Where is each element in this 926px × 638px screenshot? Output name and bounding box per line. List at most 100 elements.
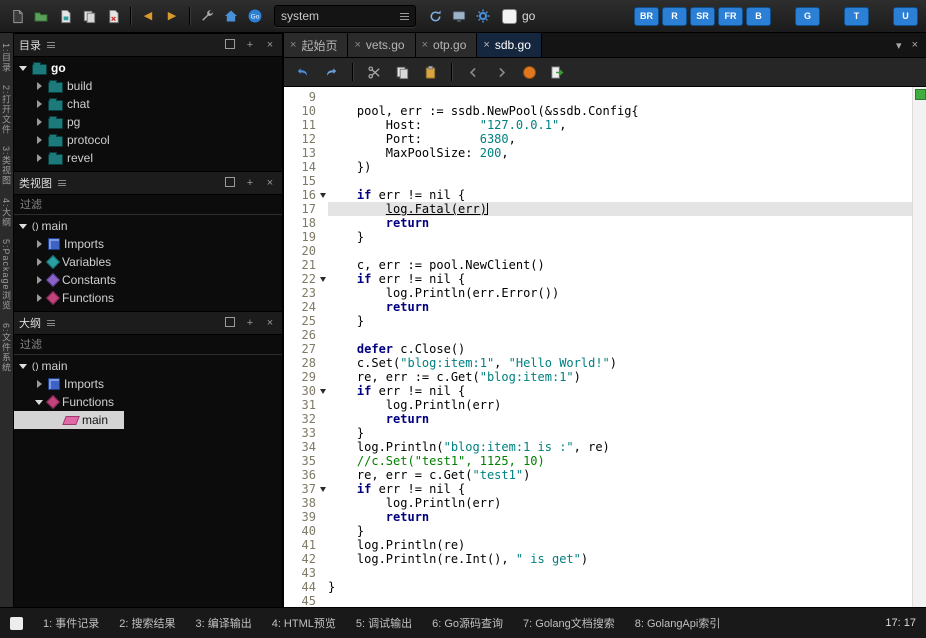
panel-float-button[interactable]: + (243, 317, 257, 329)
tree-item-imports[interactable]: Imports (14, 235, 282, 253)
gutter-line[interactable]: 9 (284, 90, 328, 104)
gutter-line[interactable]: 41 (284, 538, 328, 552)
code-line[interactable]: re, err = c.Get("test1") (328, 468, 912, 482)
gutter-line[interactable]: 11 (284, 118, 328, 132)
options-button[interactable] (472, 5, 494, 27)
expand-arrow-icon[interactable] (34, 294, 44, 302)
code-line[interactable]: return (328, 216, 912, 230)
code-line[interactable]: } (328, 230, 912, 244)
status-pane-8[interactable]: 8: GolangApi索引 (635, 615, 721, 631)
code-line[interactable]: c, err := pool.NewClient() (328, 258, 912, 272)
gutter-line[interactable]: 23 (284, 286, 328, 300)
gutter-line[interactable]: 22 (284, 272, 328, 286)
code-line[interactable]: log.Println(re) (328, 538, 912, 552)
gutter-line[interactable]: 39 (284, 510, 328, 524)
paste-button[interactable] (419, 61, 441, 83)
build-badge-fr[interactable]: FR (718, 7, 743, 26)
open-folder-button[interactable] (30, 5, 52, 27)
expand-arrow-icon[interactable] (34, 82, 44, 90)
gutter-line[interactable]: 10 (284, 104, 328, 118)
collapse-arrow-icon[interactable] (18, 224, 28, 229)
gutter-line[interactable]: 12 (284, 132, 328, 146)
fold-marker-icon[interactable] (318, 482, 328, 496)
code-line[interactable] (328, 90, 912, 104)
record-macro-button[interactable] (518, 61, 540, 83)
expand-arrow-icon[interactable] (34, 118, 44, 126)
gutter-line[interactable]: 35 (284, 454, 328, 468)
code-line[interactable]: if err != nil { (328, 272, 912, 286)
gutter-line[interactable]: 16 (284, 188, 328, 202)
panel-menu-icon[interactable] (47, 41, 55, 50)
panel-close-button[interactable]: × (263, 39, 277, 51)
gutter-line[interactable]: 21 (284, 258, 328, 272)
code-line[interactable]: if err != nil { (328, 384, 912, 398)
gutter-line[interactable]: 15 (284, 174, 328, 188)
code-line[interactable]: if err != nil { (328, 188, 912, 202)
code-line[interactable] (328, 566, 912, 580)
status-pane-7[interactable]: 7: Golang文档搜索 (523, 615, 615, 631)
gutter-line[interactable]: 24 (284, 300, 328, 314)
build-ok-marker[interactable] (915, 89, 926, 100)
tree-item-main[interactable]: ( )main (14, 217, 282, 235)
build-badge-t[interactable]: T (844, 7, 869, 26)
gutter-line[interactable]: 36 (284, 468, 328, 482)
panel-close-button[interactable]: × (263, 177, 277, 189)
side-tab-1[interactable]: 1:目录 (0, 43, 13, 73)
gutter-line[interactable]: 17 (284, 202, 328, 216)
code-line[interactable]: re, err := c.Get("blog:item:1") (328, 370, 912, 384)
expand-arrow-icon[interactable] (34, 258, 44, 266)
build-badge-b[interactable]: B (746, 7, 771, 26)
code-line[interactable]: } (328, 314, 912, 328)
build-badge-u[interactable]: U (893, 7, 918, 26)
gutter-line[interactable]: 31 (284, 398, 328, 412)
status-pane-3[interactable]: 3: 编译输出 (195, 615, 251, 631)
tab-close-icon[interactable]: × (483, 39, 489, 51)
redo-button[interactable] (320, 61, 342, 83)
code-line[interactable]: log.Println(err.Error()) (328, 286, 912, 300)
code-line[interactable]: }) (328, 160, 912, 174)
status-pane-5[interactable]: 5: 调试输出 (356, 615, 412, 631)
terminal-button[interactable] (448, 5, 470, 27)
gutter-line[interactable]: 18 (284, 216, 328, 230)
gutter-line[interactable]: 43 (284, 566, 328, 580)
gutter-line[interactable]: 32 (284, 412, 328, 426)
panel-close-button[interactable]: × (263, 317, 277, 329)
panel-float-button[interactable]: + (243, 177, 257, 189)
side-tab-2[interactable]: 2:打开文件 (0, 85, 13, 135)
outline-filter-input[interactable] (14, 335, 282, 355)
side-tab-3[interactable]: 3:类视图 (0, 146, 13, 186)
gutter-line[interactable]: 29 (284, 370, 328, 384)
code-line[interactable]: c.Set("blog:item:1", "Hello World!") (328, 356, 912, 370)
panel-float-button[interactable]: + (243, 39, 257, 51)
code-line[interactable]: Host: "127.0.0.1", (328, 118, 912, 132)
collapse-arrow-icon[interactable] (18, 66, 28, 71)
code-line[interactable]: return (328, 510, 912, 524)
code-line[interactable]: pool, err := ssdb.NewPool(&ssdb.Config{ (328, 104, 912, 118)
code-editor[interactable]: 9101112131415161718192021222324252627282… (284, 87, 926, 607)
tab-otp.go[interactable]: ×otp.go (416, 33, 478, 57)
tree-item-chat[interactable]: chat (14, 95, 282, 113)
tree-item-functions[interactable]: Functions (14, 289, 282, 307)
status-pane-2[interactable]: 2: 搜索结果 (119, 615, 175, 631)
code-line[interactable]: log.Fatal(err) (328, 202, 912, 216)
jump-back-button[interactable] (462, 61, 484, 83)
tab-起始页[interactable]: ×起始页 (284, 33, 348, 57)
build-badge-r[interactable]: R (662, 7, 687, 26)
expand-arrow-icon[interactable] (34, 276, 44, 284)
tree-item-main[interactable]: main (14, 411, 124, 429)
side-tab-4[interactable]: 4:大纲 (0, 198, 13, 228)
gutter-line[interactable]: 37 (284, 482, 328, 496)
tree-item-functions[interactable]: Functions (14, 393, 282, 411)
gutter-line[interactable]: 38 (284, 496, 328, 510)
expand-arrow-icon[interactable] (34, 380, 44, 388)
code-line[interactable]: } (328, 580, 912, 594)
code-line[interactable] (328, 328, 912, 342)
gutter-line[interactable]: 42 (284, 552, 328, 566)
expand-arrow-icon[interactable] (34, 154, 44, 162)
expand-arrow-icon[interactable] (34, 100, 44, 108)
tab-vets.go[interactable]: ×vets.go (348, 33, 415, 57)
status-pane-6[interactable]: 6: Go源码查询 (432, 615, 503, 631)
code-line[interactable] (328, 174, 912, 188)
cut-button[interactable] (363, 61, 385, 83)
tree-item-variables[interactable]: Variables (14, 253, 282, 271)
